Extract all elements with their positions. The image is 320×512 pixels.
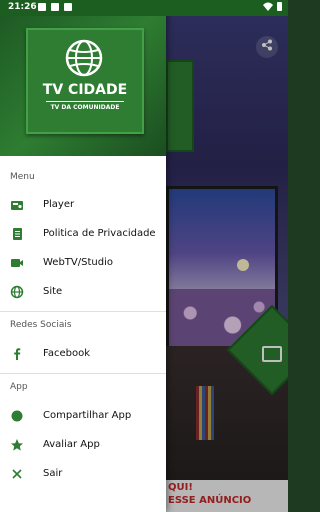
system-icons — [263, 2, 282, 11]
menu-item-label: Politica de Privacidade — [43, 228, 156, 239]
menu-item-label: Avaliar App — [43, 439, 100, 450]
app-slogan: TV DA COMUNIDADE — [50, 104, 120, 111]
image-icon — [51, 3, 59, 11]
navigation-drawer: TV CIDADE TV DA COMUNIDADE Menu Player P… — [0, 0, 166, 512]
menu-item-privacy-policy[interactable]: Politica de Privacidade — [0, 220, 166, 249]
battery-icon — [277, 2, 282, 11]
video-camera-icon — [11, 259, 23, 267]
app-logo: TV CIDADE TV DA COMUNIDADE — [26, 28, 144, 134]
globe-icon — [10, 285, 24, 299]
logo-divider — [46, 101, 124, 102]
section-app-label: App — [10, 382, 28, 392]
notification-icon — [64, 3, 72, 11]
radio-icon — [11, 201, 23, 210]
menu-item-label: Compartilhar App — [43, 410, 132, 421]
section-divider — [0, 311, 166, 312]
wifi-icon — [263, 2, 273, 11]
menu-item-exit[interactable]: Sair — [0, 460, 166, 489]
menu-item-player[interactable]: Player — [0, 191, 166, 220]
document-icon — [13, 228, 22, 240]
section-menu-label: Menu — [10, 172, 35, 182]
notification-icon — [38, 3, 46, 11]
drawer-scrim[interactable] — [166, 16, 288, 512]
status-time: 21:26 — [8, 2, 37, 12]
menu-item-share-app[interactable]: Compartilhar App — [0, 402, 166, 431]
menu-item-label: Site — [43, 286, 63, 297]
star-icon — [11, 439, 23, 451]
app-name: TV CIDADE — [42, 82, 128, 98]
menu-item-facebook[interactable]: Facebook — [0, 340, 166, 369]
menu-item-label: Sair — [43, 468, 63, 479]
menu-item-site[interactable]: Site — [0, 278, 166, 307]
drawer-header: TV CIDADE TV DA COMUNIDADE — [0, 16, 166, 156]
menu-item-webtv-studio[interactable]: WebTV/Studio — [0, 249, 166, 278]
facebook-icon — [14, 348, 21, 360]
status-bar: 21:26 — [0, 0, 288, 16]
circle-icon — [11, 410, 23, 422]
section-social-label: Redes Sociais — [10, 320, 72, 330]
globe-logo-icon — [65, 39, 103, 77]
close-icon — [12, 469, 22, 479]
section-divider — [0, 373, 166, 374]
menu-item-label: Facebook — [43, 348, 90, 359]
menu-item-label: WebTV/Studio — [43, 257, 113, 268]
notification-icons — [38, 3, 72, 11]
menu-item-label: Player — [43, 199, 75, 210]
menu-item-rate-app[interactable]: Avaliar App — [0, 431, 166, 460]
